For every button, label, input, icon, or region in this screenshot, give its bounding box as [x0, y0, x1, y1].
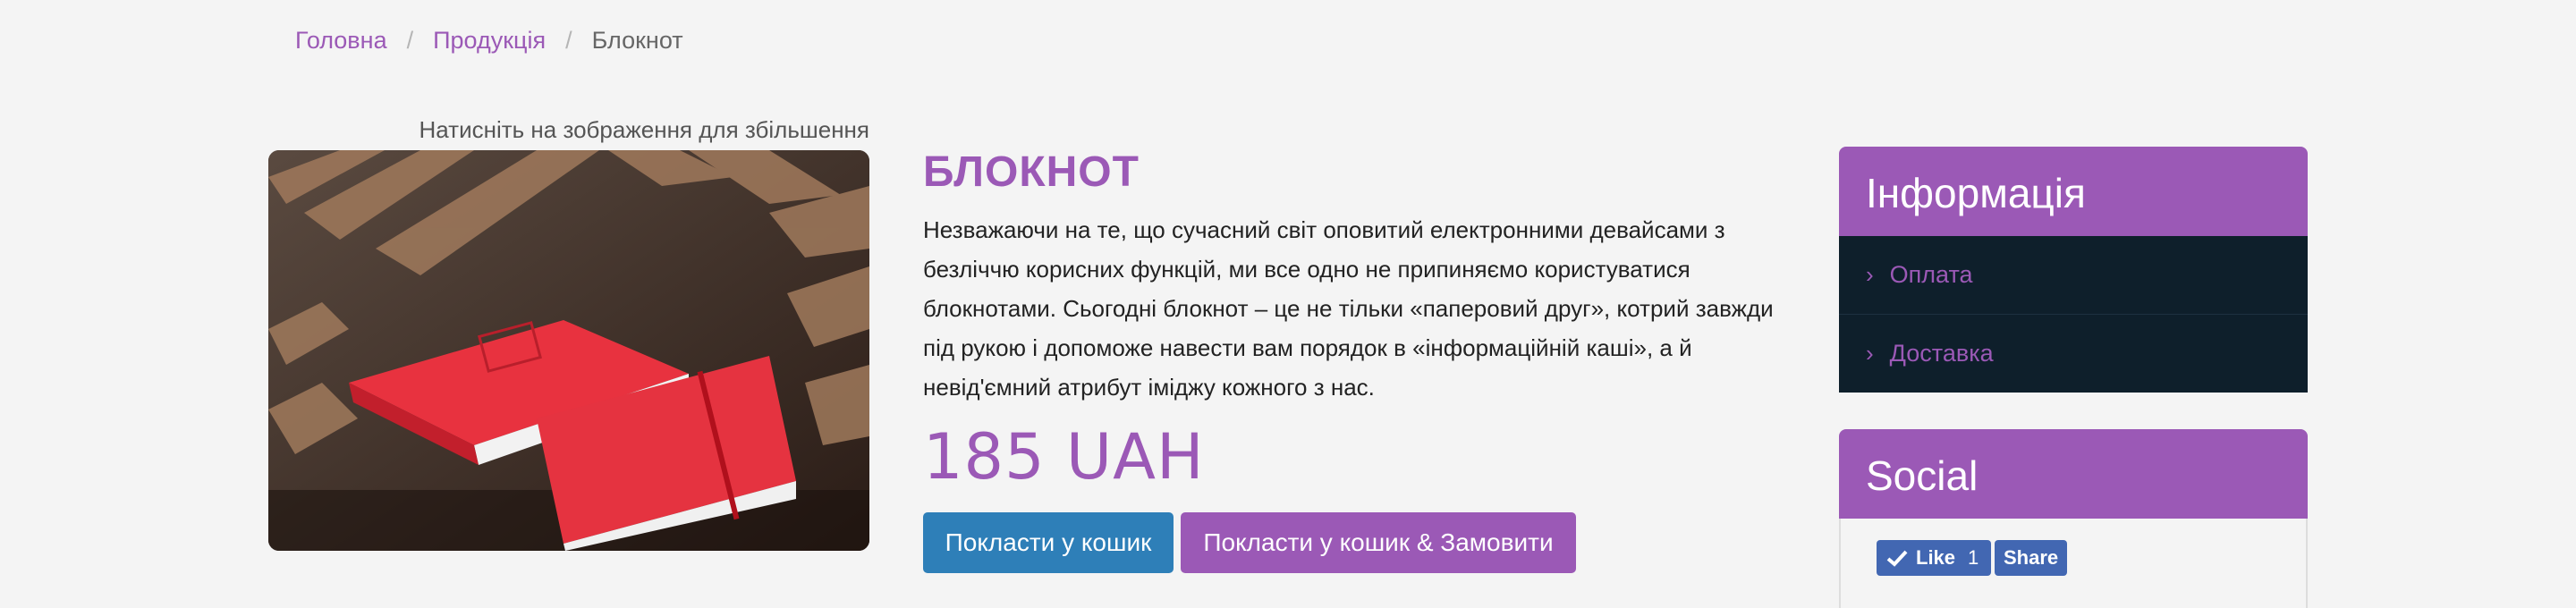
breadcrumb-separator: / — [406, 27, 414, 54]
info-item-delivery[interactable]: › Доставка — [1839, 314, 2308, 393]
chevron-right-icon: › — [1866, 261, 1874, 288]
breadcrumb-home-link[interactable]: Головна — [295, 27, 387, 55]
social-panel-body: Like 1 Share — [1839, 519, 2308, 608]
breadcrumb-products-link[interactable]: Продукція — [433, 27, 546, 55]
info-list: › Оплата › Доставка — [1839, 236, 2308, 393]
product-description: Незважаючи на те, що сучасний світ опови… — [923, 216, 1774, 401]
add-to-cart-and-order-button[interactable]: Покласти у кошик & Замовити — [1181, 512, 1576, 573]
product-title: БЛОКНОТ — [923, 148, 1140, 196]
notebook-photo — [268, 150, 869, 551]
add-to-cart-button[interactable]: Покласти у кошик — [923, 512, 1174, 573]
checkmark-icon — [1886, 550, 1908, 567]
breadcrumb-separator: / — [565, 27, 572, 54]
info-panel-title: Інформація — [1839, 147, 2308, 236]
like-label: Like — [1916, 546, 1956, 569]
info-item-label: Оплата — [1889, 261, 1973, 288]
breadcrumb-current: Блокнот — [591, 27, 683, 54]
product-price: 185 UAH — [923, 420, 1205, 494]
facebook-like-button[interactable]: Like 1 — [1877, 540, 1992, 576]
product-image[interactable] — [268, 150, 869, 551]
chevron-right-icon: › — [1866, 340, 1874, 367]
info-panel: Інформація › Оплата › Доставка — [1839, 147, 2308, 393]
image-zoom-hint: Натисніть на зображення для збільшення — [419, 116, 870, 143]
facebook-share-button[interactable]: Share — [1995, 540, 2068, 576]
info-item-label: Доставка — [1889, 340, 1994, 367]
like-count: 1 — [1968, 546, 1979, 569]
social-panel-title: Social — [1839, 429, 2308, 519]
info-item-payment[interactable]: › Оплата — [1839, 236, 2308, 314]
social-panel: Social Like 1 Share — [1839, 429, 2308, 608]
breadcrumb: Головна / Продукція / Блокнот — [295, 27, 683, 55]
